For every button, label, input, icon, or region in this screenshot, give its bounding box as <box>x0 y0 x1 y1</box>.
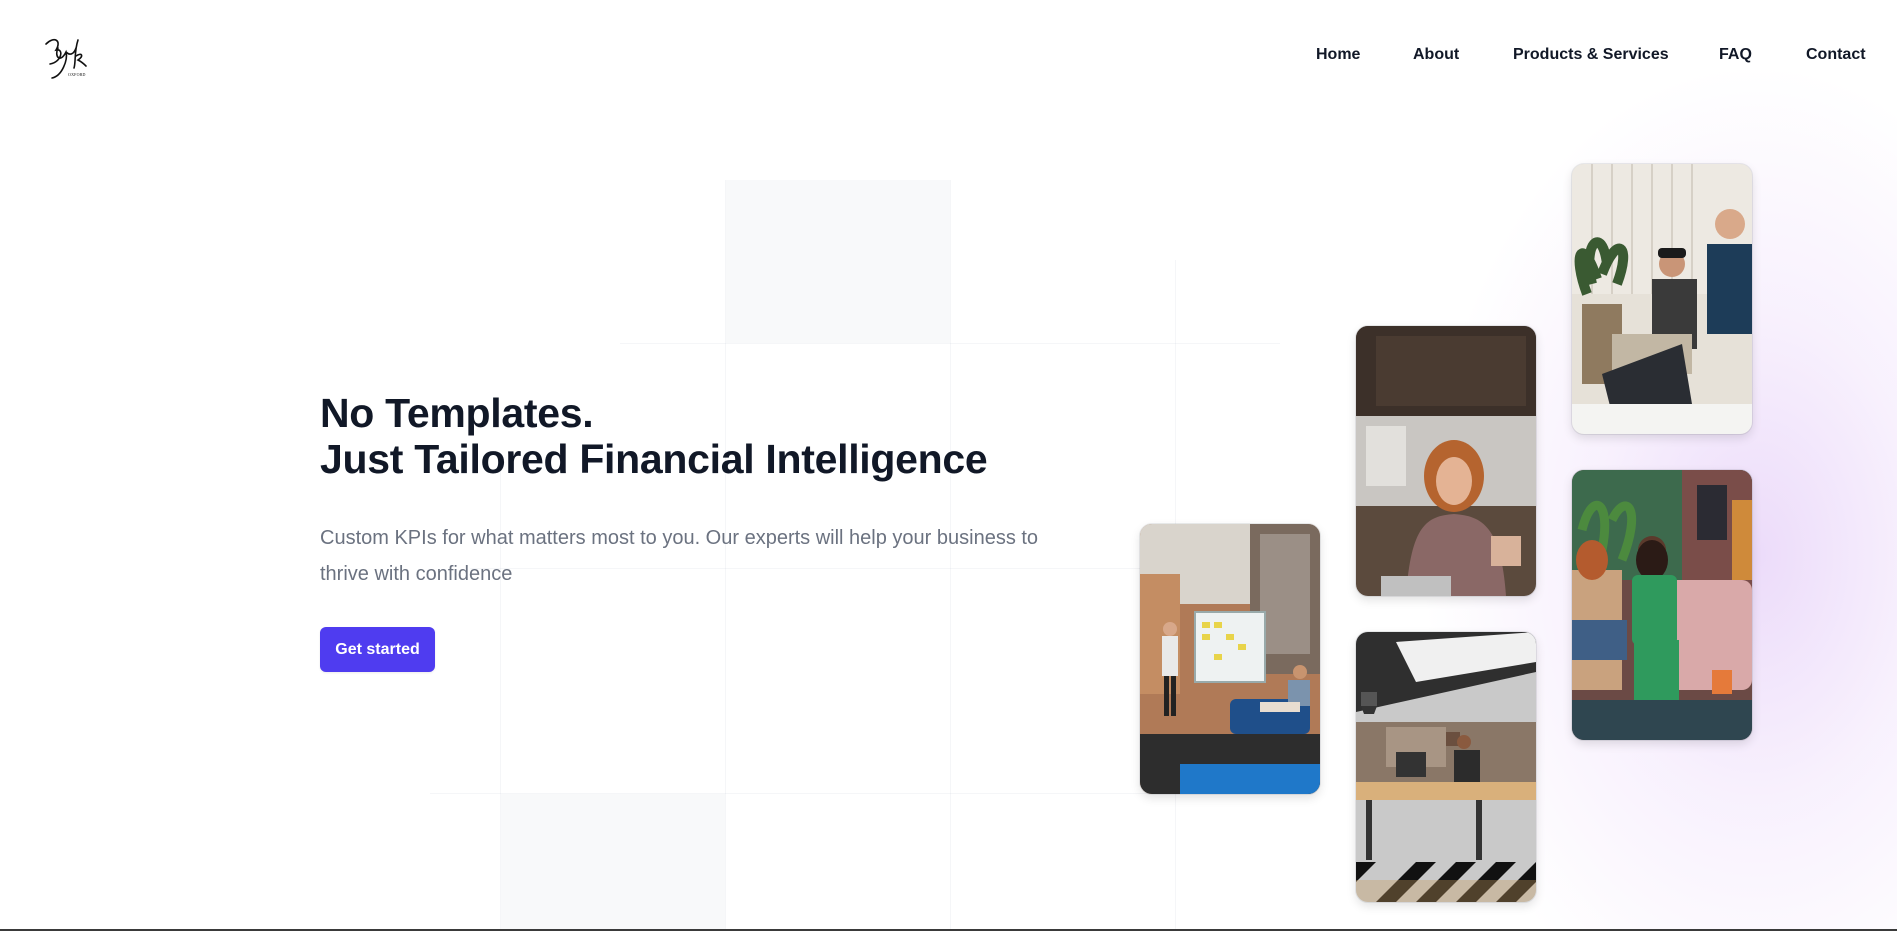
two-men-at-laptop-photo <box>1571 163 1753 435</box>
get-started-button[interactable]: Get started <box>320 627 435 672</box>
woman-with-laptop-photo <box>1355 325 1537 597</box>
hero-title: No Templates. Just Tailored Financial In… <box>320 390 988 482</box>
nav-item-home[interactable]: Home <box>1316 46 1360 64</box>
women-chatting-on-sofa-photo <box>1571 469 1753 741</box>
nav-item-contact[interactable]: Contact <box>1806 46 1866 64</box>
nav-item-faq[interactable]: FAQ <box>1719 46 1752 64</box>
logo-subtext: OXFORD <box>68 72 86 77</box>
main-nav: Home About Products & Services FAQ Conta… <box>0 46 1897 70</box>
open-office-workspace-photo <box>1355 631 1537 903</box>
nav-item-about[interactable]: About <box>1413 46 1459 64</box>
grid-block <box>726 180 950 343</box>
hero-title-line-2: Just Tailored Financial Intelligence <box>320 436 988 482</box>
hero-subtitle: Custom KPIs for what matters most to you… <box>320 527 1039 585</box>
grid-line <box>620 343 1280 344</box>
nav-item-products-services[interactable]: Products & Services <box>1513 46 1669 64</box>
hero-title-line-1: No Templates. <box>320 390 594 436</box>
team-whiteboard-meeting-photo <box>1139 523 1321 795</box>
page: OXFORD 3yk Home About Products & Service… <box>0 0 1897 931</box>
grid-block <box>501 794 725 931</box>
